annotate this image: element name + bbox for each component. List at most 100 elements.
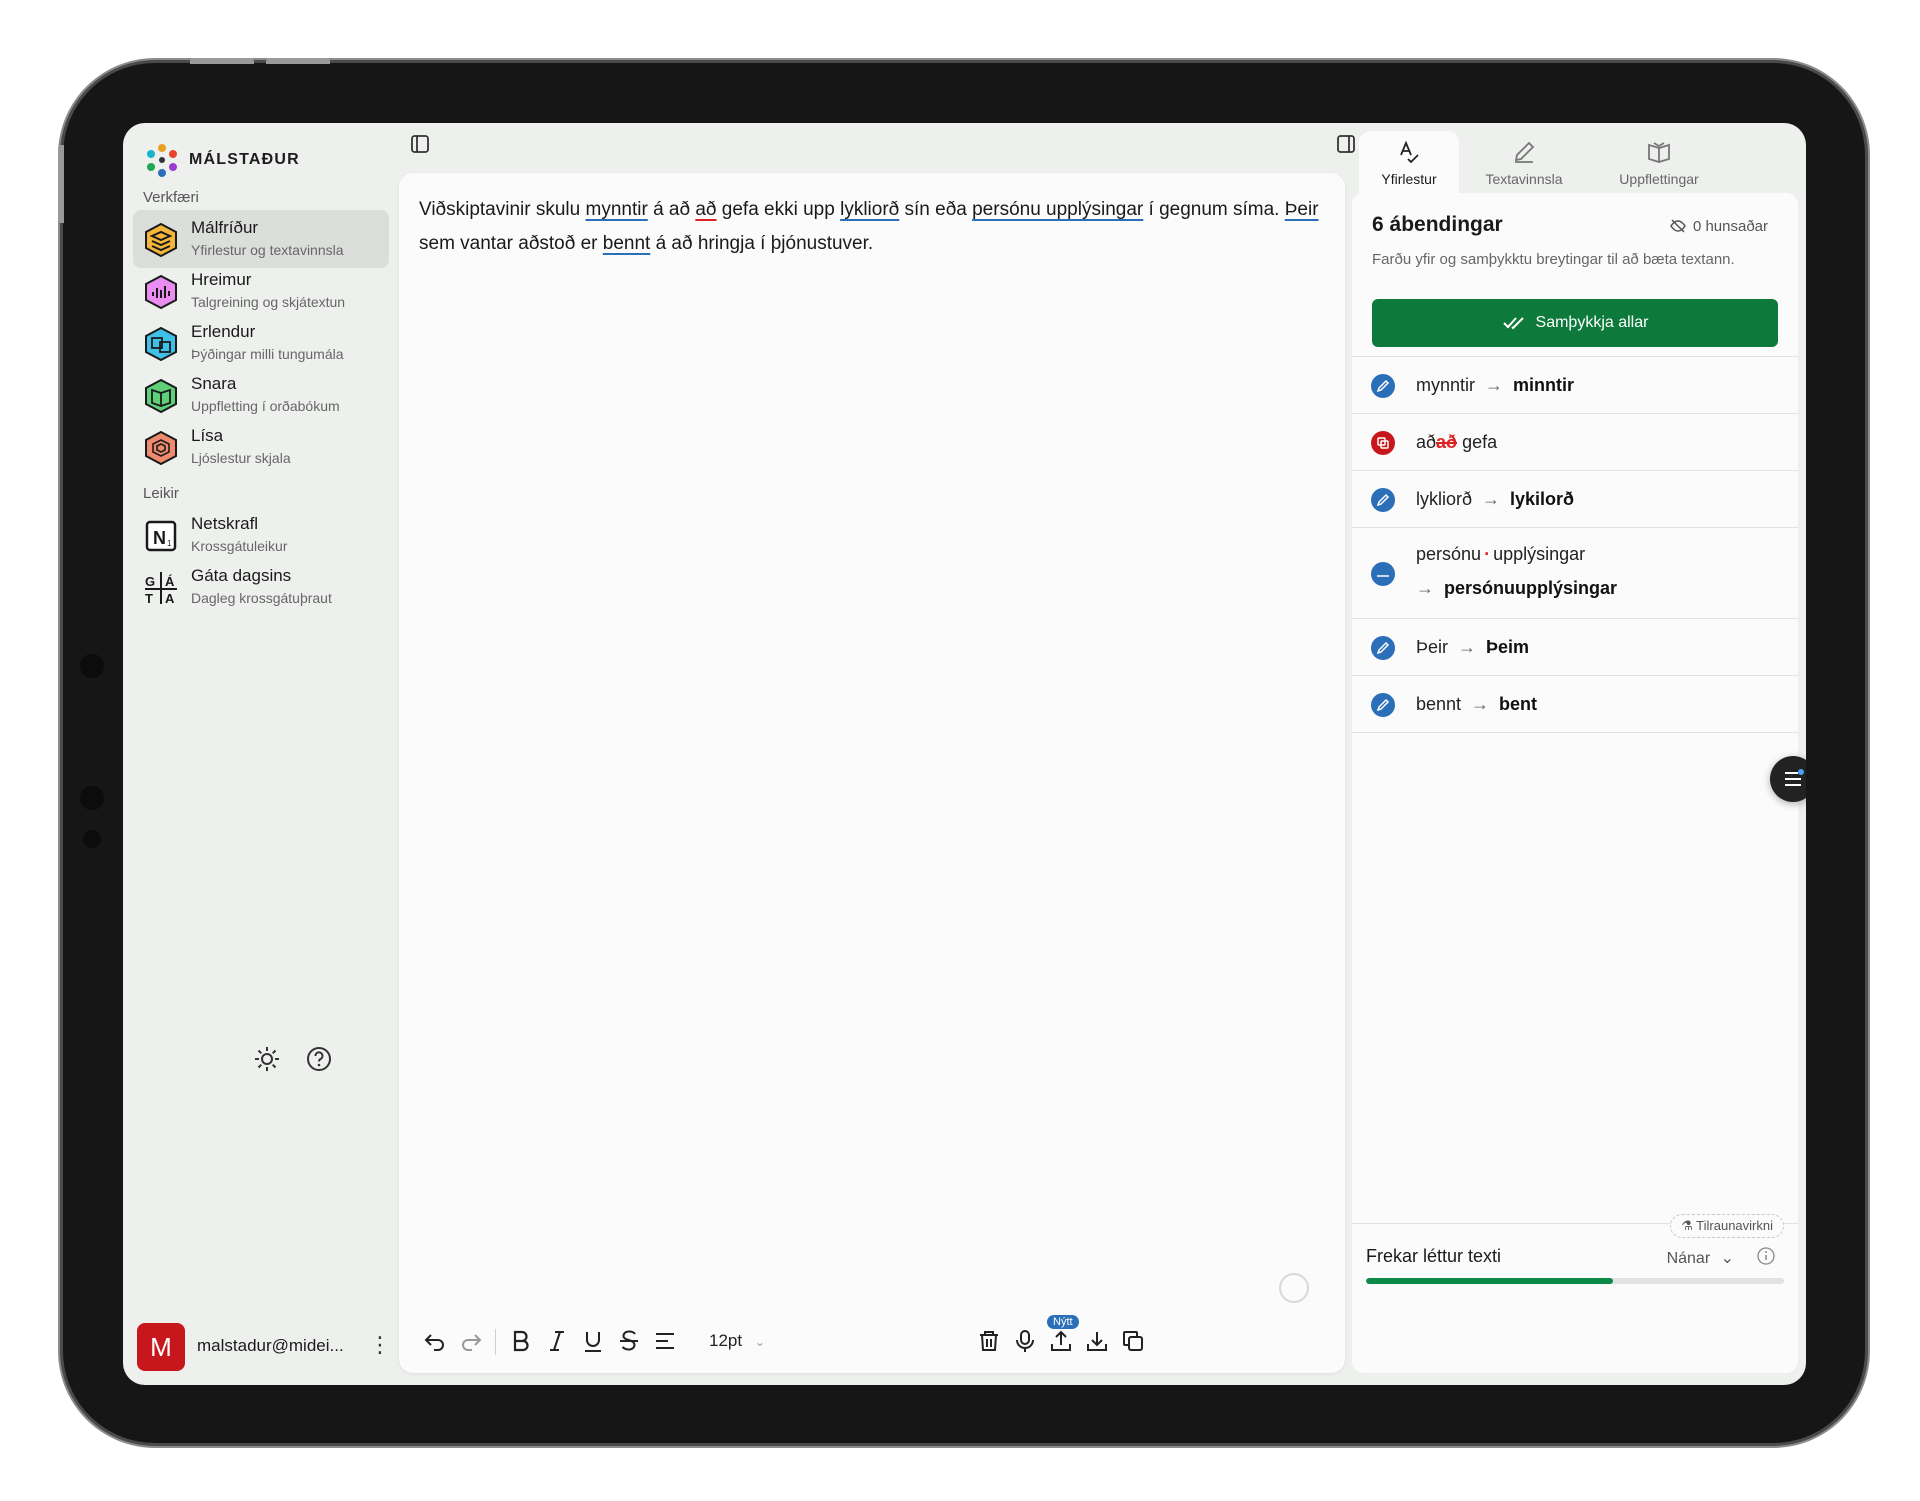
- strikethrough-button[interactable]: [613, 1325, 645, 1357]
- details-dropdown[interactable]: Nánar ⌄: [1667, 1248, 1734, 1268]
- svg-text:N: N: [153, 528, 166, 548]
- bold-button[interactable]: [505, 1325, 537, 1357]
- text-editor[interactable]: Viðskiptavinir skulu mynntir á að að gef…: [399, 173, 1345, 1373]
- flagged-word[interactable]: að: [695, 199, 716, 220]
- removed-word: að: [1436, 432, 1458, 452]
- netskrafl-icon: N 1: [145, 520, 177, 552]
- undo-button[interactable]: [419, 1325, 451, 1357]
- sidebar-item-gata-dagsins[interactable]: G Á T A Gáta dagsins Dagleg krossgátuþra…: [133, 558, 389, 616]
- toggle-right-panel-icon[interactable]: [1335, 133, 1357, 155]
- font-size-select[interactable]: 12pt ⌄: [709, 1331, 765, 1351]
- experimental-label: Tilraunavirkni: [1696, 1218, 1773, 1233]
- right-panel-tabs: Yfirlestur Textavinnsla Uppflettingar: [1359, 131, 1799, 201]
- help-icon[interactable]: [305, 1045, 333, 1073]
- redo-icon: [462, 1334, 482, 1351]
- app-screen: MÁLSTAÐUR Verkfæri Málfríður Yfirlestur …: [123, 123, 1806, 1385]
- corrected-word: lykilorð: [1510, 489, 1575, 509]
- tab-label: Yfirlestur: [1381, 171, 1437, 187]
- underline-button[interactable]: [577, 1325, 609, 1357]
- tab-uppflettingar[interactable]: Uppflettingar: [1589, 131, 1729, 195]
- flagged-word[interactable]: bennt: [603, 233, 651, 254]
- app-logo[interactable]: MÁLSTAÐUR: [145, 143, 300, 177]
- align-button[interactable]: [649, 1325, 681, 1357]
- editor-content[interactable]: Viðskiptavinir skulu mynntir á að að gef…: [419, 193, 1319, 261]
- corrected-word: minntir: [1513, 375, 1575, 395]
- flagged-word[interactable]: mynntir: [586, 199, 648, 220]
- download-button[interactable]: [1081, 1325, 1113, 1357]
- readability-meter: ⚗ Tilraunavirkni Frekar léttur texti Nán…: [1352, 1214, 1798, 1358]
- toggle-left-sidebar-icon[interactable]: [409, 133, 431, 155]
- suggestion-item[interactable]: aðað gefa: [1352, 413, 1798, 470]
- suggestion-text: mynntir → minntir: [1416, 375, 1574, 396]
- suggestions-panel: 6 ábendingar 0 hunsaðar Farðu yfir og sa…: [1352, 193, 1798, 1373]
- spellcheck-icon: [1400, 140, 1419, 164]
- dictation-button[interactable]: [1009, 1325, 1041, 1357]
- text-segment: á að: [647, 199, 696, 220]
- trash-icon: [980, 1331, 998, 1351]
- more-options-icon[interactable]: ⋮: [369, 1333, 391, 1357]
- arrow-right-icon: →: [1471, 694, 1490, 714]
- accept-all-button[interactable]: Samþykkja allar: [1372, 299, 1778, 347]
- user-email: malstadur@midei...: [197, 1336, 344, 1355]
- theme-sun-icon[interactable]: [253, 1045, 281, 1073]
- power-button: [266, 58, 330, 64]
- suggestions-menu-button[interactable]: [1770, 756, 1806, 802]
- info-icon[interactable]: [1756, 1246, 1776, 1266]
- readability-bar: [1366, 1278, 1784, 1284]
- suggestion-item[interactable]: persónu · upplýsingar → persónuupplýsingar: [1352, 527, 1798, 618]
- text-segment: sem vantar aðstoð er: [419, 233, 603, 254]
- flask-icon: ⚗: [1681, 1218, 1693, 1233]
- sidebar-item-subtitle: Yfirlestur og textavinnsla: [191, 242, 344, 258]
- upload-button[interactable]: [1045, 1325, 1077, 1357]
- arrow-right-icon: →: [1485, 375, 1504, 395]
- sidebar-item-subtitle: Krossgátuleikur: [191, 538, 288, 554]
- editor-toolbar: 12pt ⌄ Nýtt: [419, 1315, 1329, 1361]
- sidebar-item-subtitle: Þýðingar milli tungumála: [191, 346, 344, 362]
- games-section-label: Leikir: [143, 485, 179, 502]
- app-name: MÁLSTAÐUR: [189, 151, 300, 168]
- sidebar-item-netskrafl[interactable]: N 1 Netskrafl Krossgátuleikur: [133, 506, 389, 564]
- text-segment: á að hringja í þjónustuver.: [650, 233, 874, 254]
- tools-section-label: Verkfæri: [143, 189, 199, 206]
- font-size-value: 12pt: [709, 1331, 743, 1350]
- sidebar-item-title: Lísa: [191, 426, 224, 445]
- flagged-word[interactable]: Þeir: [1285, 199, 1319, 220]
- sidebar-item-snara[interactable]: Snara Uppfletting í orðabókum: [133, 366, 389, 424]
- italic-button[interactable]: [541, 1325, 573, 1357]
- malstadur-logo-icon: [147, 144, 177, 177]
- copy-icon: [1123, 1331, 1143, 1351]
- copy-button[interactable]: [1117, 1325, 1149, 1357]
- svg-text:T: T: [145, 591, 153, 606]
- rejected-count[interactable]: 0 hunsaðar: [1669, 217, 1768, 235]
- download-icon: [1087, 1332, 1107, 1351]
- tab-textavinnsla[interactable]: Textavinnsla: [1464, 131, 1584, 195]
- lisa-icon: [145, 430, 177, 466]
- suggestion-item[interactable]: lykliorð → lykilorð: [1352, 470, 1798, 527]
- original-word: lykliorð: [1416, 489, 1473, 509]
- flagged-word[interactable]: lykliorð: [840, 199, 899, 220]
- corrected-word: persónuupplýsingar: [1444, 578, 1618, 598]
- tab-yfirlestur[interactable]: Yfirlestur: [1359, 131, 1459, 195]
- sidebar-item-hreimur[interactable]: Hreimur Talgreining og skjátextun: [133, 262, 389, 320]
- flagged-word[interactable]: persónu upplýsingar: [972, 199, 1143, 220]
- delete-button[interactable]: [973, 1325, 1005, 1357]
- context-word: upplýsingar: [1493, 544, 1586, 564]
- undo-icon: [424, 1334, 444, 1351]
- sidebar-item-lisa[interactable]: Lísa Ljóslestur skjala: [133, 418, 389, 476]
- sidebar-item-subtitle: Uppfletting í orðabókum: [191, 398, 340, 414]
- suggestion-item[interactable]: bennt → bent: [1352, 675, 1798, 732]
- suggestion-text: persónu · upplýsingar: [1416, 544, 1585, 565]
- volume-button: [190, 58, 254, 64]
- user-account[interactable]: M malstadur@midei... ⋮: [135, 1321, 391, 1371]
- suggestion-item[interactable]: mynntir → minntir: [1352, 356, 1798, 413]
- original-word: Þeir: [1416, 637, 1449, 657]
- bold-icon: [513, 1330, 529, 1352]
- sidebar-item-malfridur[interactable]: Málfríður Yfirlestur og textavinnsla: [133, 210, 389, 268]
- sidebar-item-erlendur[interactable]: Erlendur Þýðingar milli tungumála: [133, 314, 389, 372]
- edit-suggestion-icon: [1371, 693, 1395, 717]
- svg-text:G: G: [145, 574, 155, 589]
- suggestion-item[interactable]: Þeir → Þeim: [1352, 618, 1798, 675]
- open-book-icon: [1648, 142, 1670, 163]
- redo-button[interactable]: [455, 1325, 487, 1357]
- align-left-icon: [656, 1333, 674, 1349]
